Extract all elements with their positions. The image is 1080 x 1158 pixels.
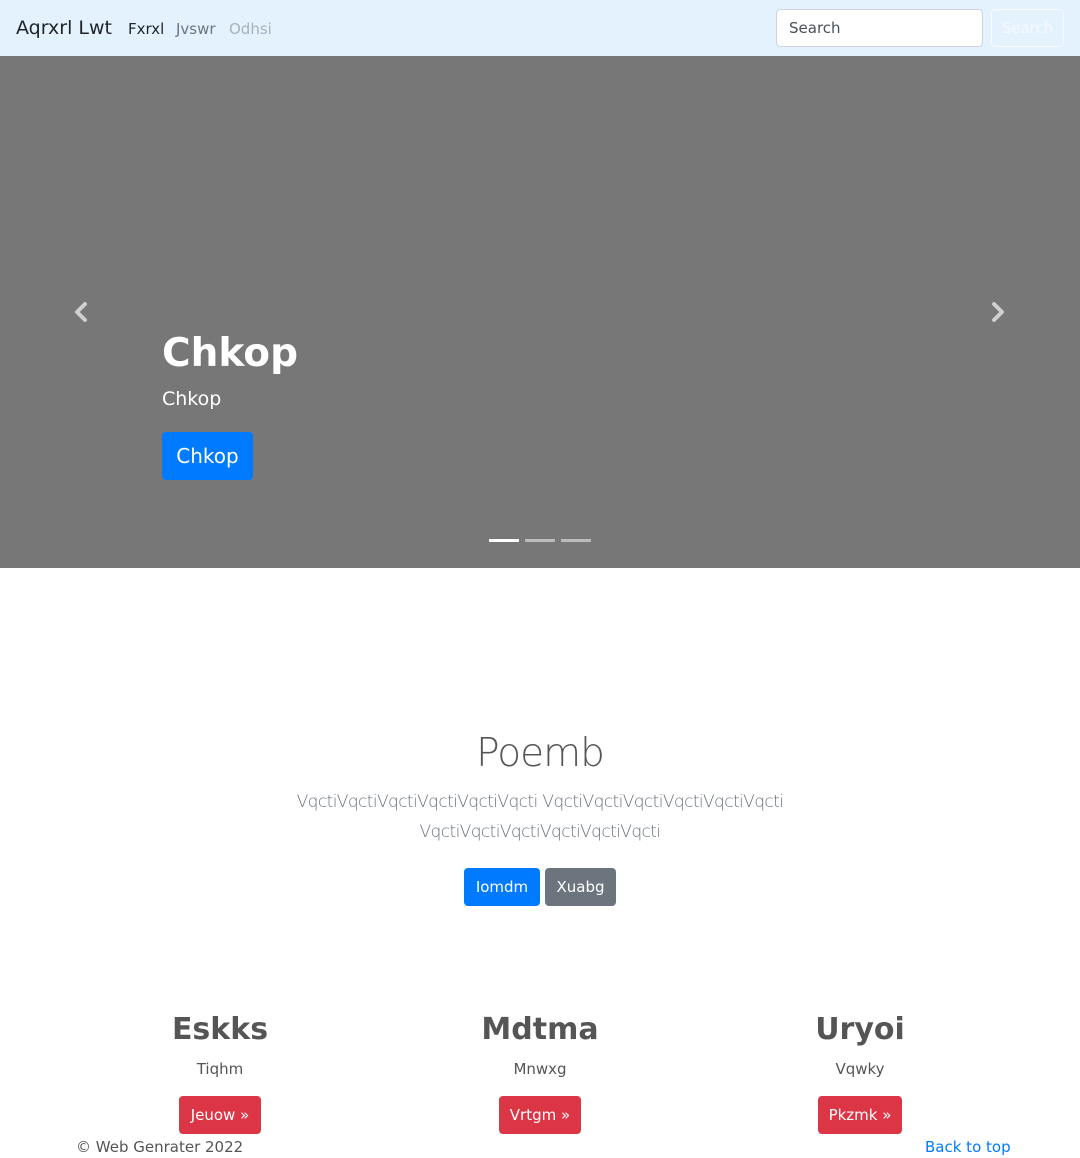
back-to-top-link[interactable]: Back to top <box>925 1136 1011 1158</box>
carousel-indicators <box>489 539 591 542</box>
column-1-button[interactable]: Jeuow » <box>179 1096 261 1134</box>
nav-link-1[interactable]: Fxrxl <box>128 19 164 39</box>
carousel-indicator-2[interactable] <box>525 539 555 542</box>
footer-copyright: © Web Genrater 2022 <box>76 1138 244 1156</box>
navbar-brand[interactable]: Aqrxrl Lwt <box>16 16 112 40</box>
search-button[interactable]: Search <box>991 9 1064 47</box>
column-1-text: Tiqhm <box>196 1060 244 1078</box>
column-1-heading: Eskks <box>171 1012 269 1047</box>
carousel-next-icon[interactable] <box>988 301 1008 323</box>
column-3-heading: Uryoi <box>815 1012 905 1047</box>
nav-link-2[interactable]: Jvswr <box>176 19 216 39</box>
carousel: Chkop Chkop Chkop <box>0 56 1080 568</box>
jumbotron-lead: VqctiVqctiVqctiVqctiVqctiVqcti VqctiVqct… <box>296 792 784 842</box>
carousel-caption-title: Chkop <box>162 331 298 376</box>
column-2-heading: Mdtma <box>481 1012 599 1047</box>
carousel-prev-icon[interactable] <box>71 301 91 323</box>
jumbotron-secondary-button[interactable]: Xuabg <box>545 868 616 906</box>
jumbotron-heading: Poemb <box>476 731 605 776</box>
carousel-caption-text: Chkop <box>162 388 222 410</box>
search-input[interactable] <box>776 9 983 47</box>
carousel-indicator-3[interactable] <box>561 539 591 542</box>
column-2-button[interactable]: Vrtgm » <box>499 1096 581 1134</box>
column-3-button[interactable]: Pkzmk » <box>818 1096 902 1134</box>
jumbotron-primary-button[interactable]: Iomdm <box>464 868 540 906</box>
column-2-text: Mnwxg <box>513 1060 567 1078</box>
nav-link-3-disabled: Odhsi <box>229 20 272 38</box>
carousel-indicator-1[interactable] <box>489 539 519 542</box>
navbar: Aqrxrl Lwt Fxrxl Jvswr Odhsi Search <box>0 0 1080 56</box>
carousel-caption-button[interactable]: Chkop <box>162 432 253 480</box>
column-3-text: Vqwky <box>835 1060 885 1078</box>
